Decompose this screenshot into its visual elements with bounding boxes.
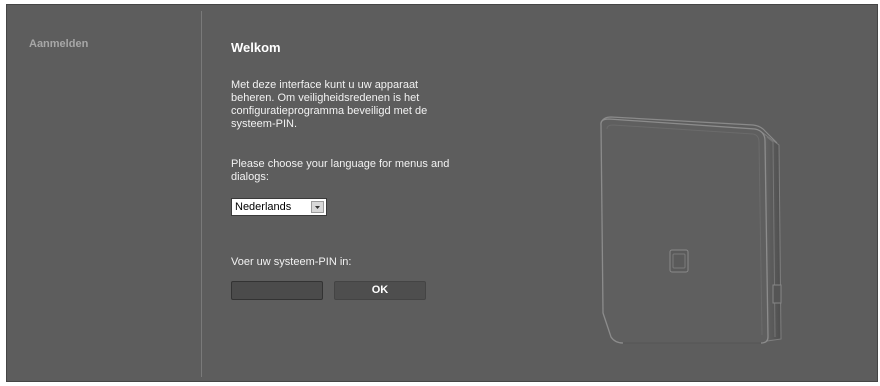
intro-text: Met deze interface kunt u uw apparaat be… bbox=[231, 79, 428, 130]
ok-button[interactable]: OK bbox=[334, 281, 426, 300]
login-panel: Welkom Met deze interface kunt u uw appa… bbox=[231, 5, 461, 381]
chevron-down-icon[interactable] bbox=[311, 201, 324, 213]
device-image bbox=[577, 85, 797, 365]
language-select-value: Nederlands bbox=[235, 201, 292, 213]
main-window: Aanmelden Welkom Met deze interface kunt… bbox=[6, 4, 878, 382]
language-prompt: Please choose your language for menus an… bbox=[231, 158, 450, 183]
base-station-device-icon bbox=[600, 116, 782, 344]
sidebar-item-aanmelden[interactable]: Aanmelden bbox=[29, 38, 88, 50]
sidebar-divider bbox=[201, 11, 202, 377]
page-title: Welkom bbox=[231, 40, 281, 55]
pin-prompt: Voer uw systeem-PIN in: bbox=[231, 256, 352, 268]
language-select[interactable]: Nederlands bbox=[231, 198, 327, 216]
pin-input[interactable] bbox=[231, 281, 323, 300]
sidebar: Aanmelden bbox=[7, 5, 201, 381]
